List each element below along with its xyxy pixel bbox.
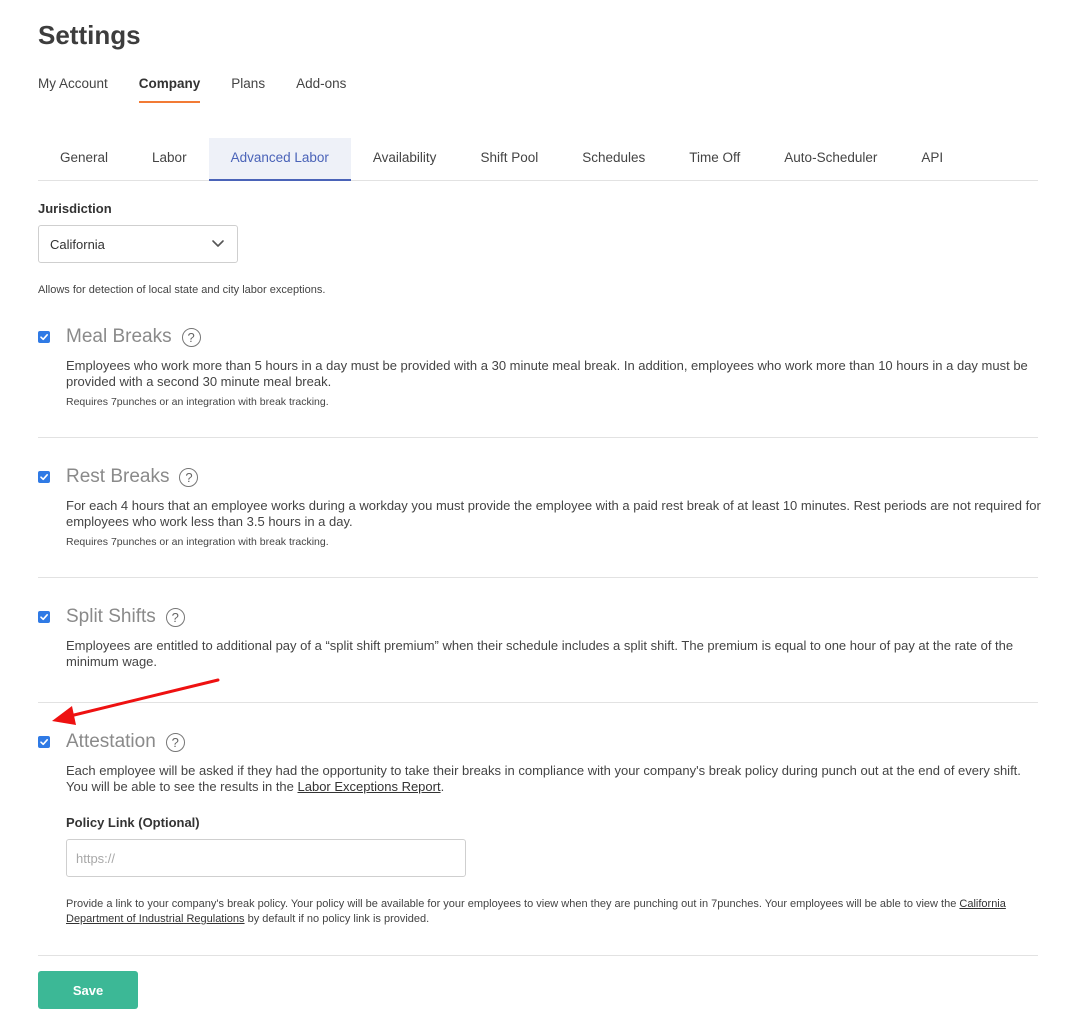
chevron-down-icon	[212, 240, 224, 247]
help-icon[interactable]: ?	[181, 327, 201, 347]
policy-link-label: Policy Link (Optional)	[66, 815, 200, 830]
meal-breaks-description: Employees who work more than 5 hours in …	[66, 358, 1028, 389]
policy-help-text: Provide a link to your company's break p…	[66, 898, 960, 910]
policy-link-input[interactable]	[66, 839, 466, 877]
labor-exceptions-report-link[interactable]: Labor Exceptions Report	[298, 779, 441, 794]
subtab-labor[interactable]: Labor	[130, 138, 209, 180]
split-shifts-checkbox[interactable]	[38, 611, 50, 623]
subtab-advanced-labor[interactable]: Advanced Labor	[208, 138, 351, 181]
subtab-auto-scheduler[interactable]: Auto-Scheduler	[762, 138, 899, 180]
attestation-description-end: .	[440, 779, 445, 794]
subtab-api[interactable]: API	[899, 138, 965, 180]
tab-plans[interactable]: Plans	[231, 76, 265, 104]
tab-company[interactable]: Company	[138, 76, 200, 104]
settings-sub-tabs: General Labor Advanced Labor Availabilit…	[38, 138, 1038, 181]
checkmark-icon	[40, 334, 48, 341]
split-shifts-header: Split Shifts ?	[38, 606, 185, 628]
subtab-shift-pool[interactable]: Shift Pool	[458, 138, 560, 180]
meal-breaks-title: Meal Breaks	[66, 326, 172, 347]
rest-breaks-header: Rest Breaks ?	[38, 466, 199, 488]
help-icon[interactable]: ?	[165, 607, 185, 627]
policy-help-end: by default if no policy link is provided…	[244, 913, 430, 925]
tab-add-ons[interactable]: Add-ons	[296, 76, 346, 104]
rest-breaks-title: Rest Breaks	[66, 466, 170, 487]
attestation-header: Attestation ?	[38, 731, 185, 753]
attestation-checkbox[interactable]	[38, 736, 50, 748]
meal-breaks-header: Meal Breaks ?	[38, 326, 201, 348]
subtab-availability[interactable]: Availability	[351, 138, 459, 180]
divider	[38, 437, 1038, 438]
help-icon[interactable]: ?	[179, 467, 199, 487]
divider	[38, 577, 1038, 578]
attestation-description-text: Each employee will be asked if they had …	[66, 763, 1021, 794]
jurisdiction-help: Allows for detection of local state and …	[38, 284, 326, 296]
split-shifts-title: Split Shifts	[66, 606, 156, 627]
meal-breaks-note: Requires 7punches or an integration with…	[66, 396, 329, 408]
attestation-title: Attestation	[66, 731, 156, 752]
attestation-description: Each employee will be asked if they had …	[66, 763, 1041, 795]
meal-breaks-checkbox[interactable]	[38, 331, 50, 343]
page-title: Settings	[38, 20, 141, 50]
policy-link-help: Provide a link to your company's break p…	[66, 897, 1041, 927]
rest-breaks-description: For each 4 hours that an employee works …	[66, 498, 1041, 529]
subtab-schedules[interactable]: Schedules	[560, 138, 667, 180]
top-tabs: My Account Company Plans Add-ons	[38, 76, 377, 104]
save-button[interactable]: Save	[38, 971, 138, 1009]
jurisdiction-label: Jurisdiction	[38, 201, 112, 216]
checkmark-icon	[40, 614, 48, 621]
rest-breaks-checkbox[interactable]	[38, 471, 50, 483]
jurisdiction-value: California	[50, 237, 105, 252]
tab-my-account[interactable]: My Account	[38, 76, 108, 104]
divider	[38, 702, 1038, 703]
checkmark-icon	[40, 739, 48, 746]
help-icon[interactable]: ?	[165, 732, 185, 752]
divider	[38, 955, 1038, 956]
checkmark-icon	[40, 474, 48, 481]
subtab-time-off[interactable]: Time Off	[667, 138, 762, 180]
subtab-general[interactable]: General	[38, 138, 130, 180]
rest-breaks-note: Requires 7punches or an integration with…	[66, 536, 329, 548]
jurisdiction-select[interactable]: California	[38, 225, 238, 263]
split-shifts-description: Employees are entitled to additional pay…	[66, 638, 1014, 669]
